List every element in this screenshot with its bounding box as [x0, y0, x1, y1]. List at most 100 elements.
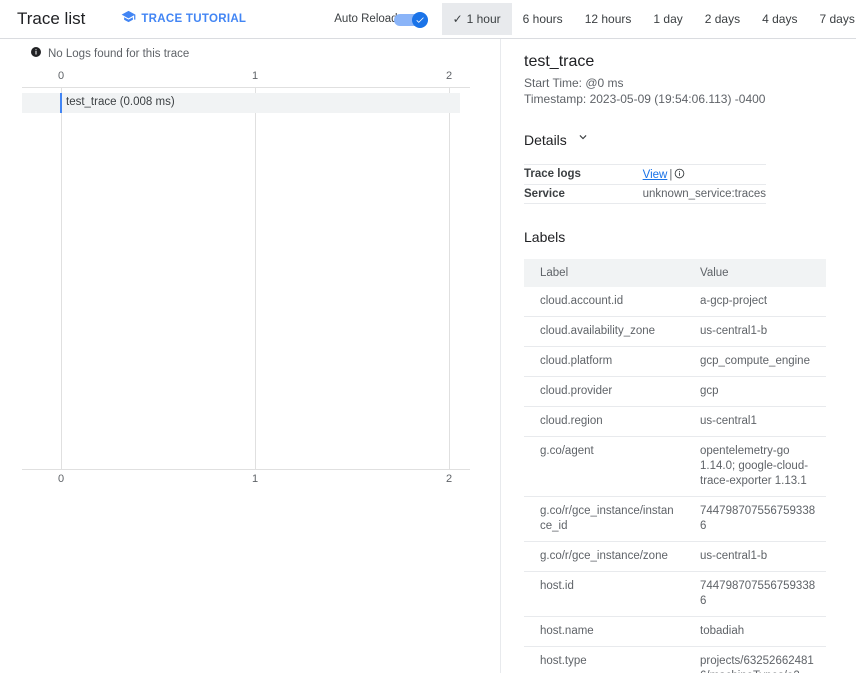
table-row: cloud.provider gcp	[524, 377, 826, 407]
school-icon	[121, 9, 136, 29]
separator-pipe: |	[669, 169, 673, 181]
label-cell: cloud.platform	[540, 355, 613, 367]
column-header-value: Value	[684, 259, 826, 287]
axis-tick-bottom-2: 2	[445, 473, 453, 485]
value-cell: projects/632526624816/machineTypes/e2-sm…	[700, 655, 814, 673]
timeline-chart[interactable]: 0 1 2 0 1 2 test_trace (0.008 ms)	[0, 68, 500, 528]
kv-key-trace-logs: Trace logs	[524, 168, 581, 180]
label-cell: cloud.availability_zone	[540, 325, 656, 337]
range-button-label: 7 days	[819, 12, 855, 26]
table-row: g.co/r/gce_instance/instance_id 744798707…	[524, 497, 826, 542]
column-header-label: Label	[524, 259, 684, 287]
gridline-0	[61, 87, 62, 470]
value-cell: us-central1-b	[700, 325, 768, 337]
value-cell: 7447987075567593386	[700, 580, 816, 607]
details-section-title: Details	[524, 131, 567, 148]
label-cell: g.co/agent	[540, 445, 594, 457]
labels-table: Label Value cloud.account.id a-gcp-projec…	[524, 259, 826, 673]
trace-name-title: test_trace	[524, 53, 595, 70]
axis-tick-bottom-1: 1	[251, 473, 259, 485]
details-section-toggle[interactable]: Details	[524, 130, 604, 149]
label-cell: cloud.provider	[540, 385, 613, 397]
span-bar[interactable]	[60, 93, 62, 113]
kv-value-trace-logs: View |	[643, 165, 766, 185]
app-header: Trace list TRACE TUTORIAL Auto Reload ✓ …	[0, 0, 856, 39]
table-row: cloud.account.id a-gcp-project	[524, 287, 826, 317]
label-cell: g.co/r/gce_instance/zone	[540, 550, 668, 562]
table-row: cloud.platform gcp_compute_engine	[524, 347, 826, 377]
auto-reload-label: Auto Reload	[334, 13, 398, 25]
auto-reload-toggle[interactable]	[393, 11, 428, 28]
range-button-6-hours[interactable]: 6 hours	[512, 3, 574, 35]
value-cell: 7447987075567593386	[700, 505, 816, 532]
table-row: g.co/r/gce_instance/zone us-central1-b	[524, 542, 826, 572]
range-button-1-hour[interactable]: ✓ 1 hour	[441, 3, 512, 35]
table-row: Service unknown_service:traces	[524, 185, 766, 204]
value-cell: us-central1-b	[700, 550, 768, 562]
label-cell: host.name	[540, 625, 594, 637]
table-row: Trace logs View |	[524, 164, 766, 185]
view-logs-link[interactable]: View	[643, 169, 668, 181]
label-cell: host.type	[540, 655, 587, 667]
axis-tick-top-2: 2	[445, 70, 453, 82]
value-cell: gcp_compute_engine	[700, 355, 810, 367]
value-cell: tobadiah	[700, 625, 745, 637]
gridline-1	[255, 87, 256, 470]
no-logs-text: No Logs found for this trace	[48, 48, 190, 60]
value-cell: opentelemetry-go 1.14.0; google-cloud-tr…	[700, 445, 809, 487]
axis-bottom-line	[22, 469, 470, 470]
value-cell: gcp	[700, 385, 719, 397]
time-range-button-group[interactable]: ✓ 1 hour 6 hours 12 hours 1 day 2 days 4…	[441, 3, 856, 35]
span-label: test_trace (0.008 ms)	[66, 96, 175, 108]
range-button-7-days[interactable]: 7 days	[808, 3, 856, 35]
table-row: host.type projects/632526624816/machineTy…	[524, 647, 826, 673]
trace-timestamp: Timestamp: 2023-05-09 (19:54:06.113) -04…	[524, 92, 766, 106]
axis-tick-bottom-0: 0	[57, 473, 65, 485]
trace-details-panel: test_trace Start Time: @0 ms Timestamp: …	[501, 39, 856, 673]
trace-start-time: Start Time: @0 ms	[524, 76, 624, 90]
range-button-12-hours[interactable]: 12 hours	[574, 3, 643, 35]
table-row: g.co/agent opentelemetry-go 1.14.0; googl…	[524, 437, 826, 497]
toggle-knob	[411, 11, 428, 28]
range-button-1-day[interactable]: 1 day	[642, 3, 693, 35]
kv-key-service: Service	[524, 188, 565, 200]
labels-table-header-row: Label Value	[524, 259, 826, 287]
check-icon	[415, 16, 424, 23]
label-cell: cloud.account.id	[540, 295, 624, 307]
axis-top-line	[22, 87, 470, 88]
value-cell: a-gcp-project	[700, 295, 768, 307]
gridline-2	[449, 87, 450, 470]
value-cell: us-central1	[700, 415, 757, 427]
range-button-label: 2 days	[704, 12, 741, 26]
axis-tick-top-1: 1	[251, 70, 259, 82]
info-icon	[30, 45, 42, 63]
page-title: Trace list	[17, 9, 86, 28]
table-row: cloud.region us-central1	[524, 407, 826, 437]
trace-tutorial-link[interactable]: TRACE TUTORIAL	[121, 9, 246, 29]
info-outline-icon[interactable]	[674, 168, 685, 181]
label-cell: cloud.region	[540, 415, 603, 427]
range-button-label: 4 days	[762, 12, 798, 26]
range-button-label: 12 hours	[584, 12, 632, 26]
table-row: host.name tobadiah	[524, 617, 826, 647]
check-glyph: ✓	[452, 12, 463, 26]
range-button-label: 1 hour	[466, 12, 501, 26]
axis-tick-top-0: 0	[57, 70, 65, 82]
labels-section-title: Labels	[524, 229, 566, 245]
label-cell: g.co/r/gce_instance/instance_id	[540, 505, 674, 532]
details-kv-table: Trace logs View | Service unknown_service…	[524, 164, 766, 204]
trace-timeline-panel: No Logs found for this trace 0 1 2 0 1 2…	[0, 39, 500, 673]
trace-tutorial-label: TRACE TUTORIAL	[141, 13, 247, 25]
range-button-4-days[interactable]: 4 days	[751, 3, 808, 35]
chevron-down-icon	[576, 130, 590, 149]
no-logs-notice: No Logs found for this trace	[30, 45, 500, 63]
body-container: No Logs found for this trace 0 1 2 0 1 2…	[0, 39, 856, 673]
range-button-2-days[interactable]: 2 days	[694, 3, 751, 35]
table-row: cloud.availability_zone us-central1-b	[524, 317, 826, 347]
range-button-label: 6 hours	[522, 12, 563, 26]
auto-reload-control[interactable]: Auto Reload	[334, 11, 428, 28]
label-cell: host.id	[540, 580, 574, 592]
table-row: host.id 7447987075567593386	[524, 572, 826, 617]
labels-table-body: cloud.account.id a-gcp-project cloud.avai…	[524, 287, 826, 673]
kv-value-service: unknown_service:traces	[642, 188, 766, 200]
